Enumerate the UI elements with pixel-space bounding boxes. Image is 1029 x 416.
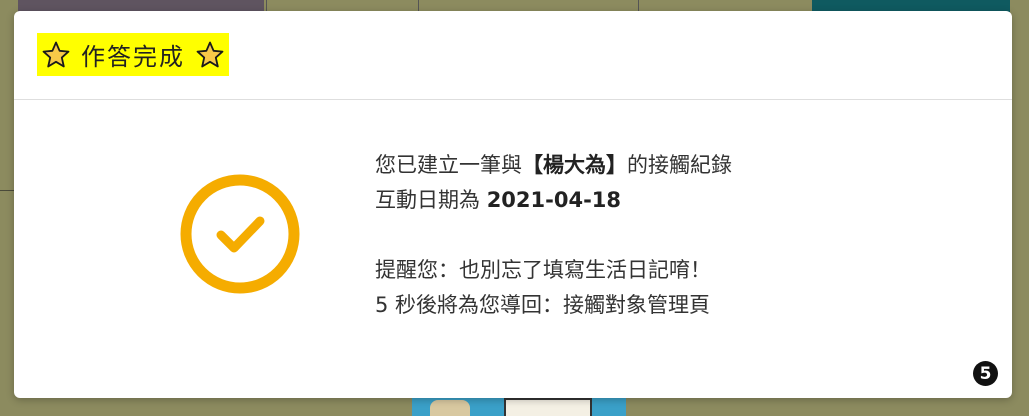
contact-bracket-open: 【 xyxy=(522,153,543,177)
message-line-contact: 您已建立一筆與【楊大為】的接觸紀錄 xyxy=(375,148,732,183)
message-text: 您已建立一筆與 xyxy=(375,153,522,177)
modal-header: 作答完成 xyxy=(14,11,1012,100)
star-icon xyxy=(41,40,71,70)
completion-modal: 作答完成 您已建立一筆與【楊大為】的接觸紀錄 互動日期為 2021-04-18 … xyxy=(14,11,1012,398)
background-divider xyxy=(0,190,14,191)
modal-title-highlight: 作答完成 xyxy=(37,33,229,76)
star-icon xyxy=(195,40,225,70)
contact-bracket-close: 】 xyxy=(606,153,627,177)
message-text: 互動日期為 xyxy=(375,188,480,212)
check-circle-icon xyxy=(178,172,302,296)
contact-name: 楊大為 xyxy=(543,153,606,177)
message-text: 的接觸紀錄 xyxy=(627,153,732,177)
interaction-date: 2021-04-18 xyxy=(486,188,622,212)
countdown-badge: 5 xyxy=(973,361,998,386)
message-line-reminder: 提醒您：也別忘了填寫生活日記唷！ xyxy=(375,258,711,282)
modal-title: 作答完成 xyxy=(81,43,185,71)
completion-message: 您已建立一筆與【楊大為】的接觸紀錄 互動日期為 2021-04-18 提醒您：也… xyxy=(375,148,732,323)
modal-body: 您已建立一筆與【楊大為】的接觸紀錄 互動日期為 2021-04-18 提醒您：也… xyxy=(14,100,1012,398)
message-line-redirect: 5 秒後將為您導回：接觸對象管理頁 xyxy=(375,293,711,317)
message-line-date: 互動日期為 2021-04-18 xyxy=(375,183,732,218)
background-illustration xyxy=(412,396,626,416)
